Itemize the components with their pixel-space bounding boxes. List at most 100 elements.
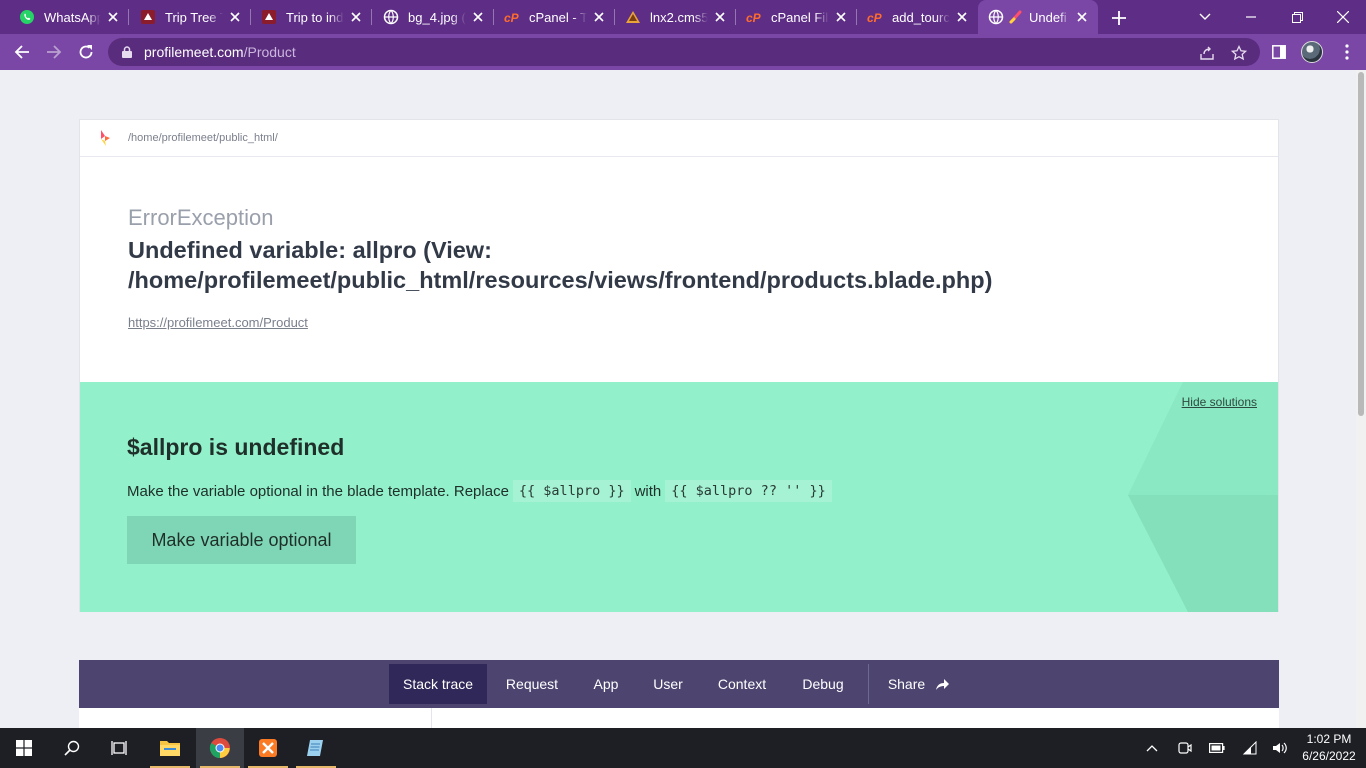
chevron-down-icon bbox=[1199, 13, 1211, 20]
browser-toolbar: profilemeet.com/Product bbox=[0, 34, 1366, 70]
ignition-icon bbox=[1008, 9, 1024, 25]
forward-button[interactable] bbox=[42, 40, 66, 64]
tab-debug[interactable]: Debug bbox=[791, 664, 855, 704]
start-button[interactable] bbox=[0, 728, 48, 768]
clock-date: 6/26/2022 bbox=[1302, 749, 1356, 763]
share-arrow-icon bbox=[936, 678, 950, 690]
trip-tree-icon bbox=[140, 9, 156, 25]
server-icon bbox=[625, 9, 641, 25]
battery-icon[interactable] bbox=[1207, 738, 1227, 758]
xampp-icon bbox=[259, 739, 277, 757]
kebab-menu-icon[interactable] bbox=[1337, 42, 1357, 62]
tab-title: add_tourca bbox=[892, 9, 950, 25]
close-icon[interactable] bbox=[833, 9, 849, 25]
make-variable-optional-button[interactable]: Make variable optional bbox=[127, 516, 356, 564]
chrome-icon bbox=[209, 738, 230, 759]
wifi-icon[interactable] bbox=[1240, 738, 1260, 758]
tab-search-button[interactable] bbox=[1182, 0, 1228, 34]
side-panel-icon[interactable] bbox=[1269, 42, 1289, 62]
exception-class: ErrorException bbox=[128, 205, 274, 230]
request-url-link[interactable]: https://profilemeet.com/Product bbox=[128, 315, 308, 330]
close-icon[interactable] bbox=[470, 9, 486, 25]
task-view-button[interactable] bbox=[96, 728, 144, 768]
solution-text: with bbox=[634, 482, 662, 500]
xampp-button[interactable] bbox=[244, 728, 292, 768]
share-icon[interactable] bbox=[1198, 44, 1216, 62]
solution-text: Make the variable optional in the blade … bbox=[127, 482, 509, 500]
tab-title: Trip to indi bbox=[286, 9, 344, 25]
tab-bg-image[interactable]: bg_4.jpg (1 bbox=[364, 0, 494, 34]
ignition-tab-bar: Stack trace Request App User Context Deb… bbox=[79, 660, 1279, 708]
folder-icon bbox=[160, 741, 180, 756]
plus-icon bbox=[1112, 11, 1126, 25]
file-explorer-button[interactable] bbox=[146, 728, 194, 768]
system-clock[interactable]: 1:02 PM 6/26/2022 bbox=[1296, 731, 1362, 765]
close-icon[interactable] bbox=[591, 9, 607, 25]
chevron-up-icon[interactable] bbox=[1142, 738, 1162, 758]
profile-avatar[interactable] bbox=[1301, 41, 1323, 63]
tab-title: cPanel File bbox=[771, 9, 829, 25]
tab-cpanel-file[interactable]: cP cPanel File bbox=[727, 0, 857, 34]
close-icon[interactable] bbox=[712, 9, 728, 25]
close-icon[interactable] bbox=[954, 9, 970, 25]
lock-icon bbox=[120, 45, 134, 59]
search-button[interactable] bbox=[48, 728, 96, 768]
meet-now-icon[interactable] bbox=[1175, 738, 1195, 758]
scrollbar-thumb[interactable] bbox=[1358, 72, 1364, 416]
bookmark-star-icon[interactable] bbox=[1230, 44, 1248, 62]
exception-message-line: /home/profilemeet/public_html/resources/… bbox=[128, 267, 993, 293]
restore-icon bbox=[1291, 11, 1303, 23]
window-close-button[interactable] bbox=[1320, 0, 1366, 34]
tab-cpanel[interactable]: cP cPanel - To bbox=[485, 0, 615, 34]
tab-share-label: Share bbox=[887, 676, 926, 692]
hide-solutions-link[interactable]: Hide solutions bbox=[1182, 395, 1257, 409]
tab-undefined-active[interactable]: Undefi bbox=[978, 0, 1098, 34]
cpanel-icon: cP bbox=[504, 9, 520, 25]
solution-decoration bbox=[1128, 382, 1278, 612]
notepad-button[interactable] bbox=[292, 728, 340, 768]
reload-icon bbox=[79, 45, 93, 59]
tab-trip-to-india[interactable]: Trip to indi bbox=[242, 0, 372, 34]
tab-title: Trip Tree To bbox=[165, 9, 223, 25]
restore-button[interactable] bbox=[1274, 0, 1320, 34]
address-bar[interactable]: profilemeet.com/Product bbox=[108, 38, 1260, 66]
chrome-button[interactable] bbox=[196, 728, 244, 768]
code-snippet: {{ $allpro }} bbox=[512, 480, 631, 502]
close-icon bbox=[1337, 11, 1349, 23]
globe-icon bbox=[383, 9, 399, 25]
tab-user[interactable]: User bbox=[643, 664, 693, 704]
minimize-button[interactable] bbox=[1228, 0, 1274, 34]
minimize-icon bbox=[1246, 16, 1256, 18]
close-icon[interactable] bbox=[105, 9, 121, 25]
browser-tab-strip: WhatsApp Trip Tree To Trip to indi bg_4.… bbox=[0, 0, 1366, 34]
close-icon[interactable] bbox=[227, 9, 243, 25]
volume-icon[interactable] bbox=[1270, 738, 1290, 758]
svg-text:cP: cP bbox=[504, 11, 520, 25]
arrow-right-icon bbox=[47, 45, 62, 59]
svg-text:cP: cP bbox=[867, 11, 883, 25]
back-button[interactable] bbox=[10, 40, 34, 64]
close-icon[interactable] bbox=[348, 9, 364, 25]
tab-stack-trace[interactable]: Stack trace bbox=[389, 664, 487, 704]
column-divider bbox=[431, 708, 432, 728]
new-tab-button[interactable] bbox=[1108, 7, 1130, 29]
reload-button[interactable] bbox=[74, 40, 98, 64]
search-icon bbox=[64, 740, 80, 756]
tab-context[interactable]: Context bbox=[705, 664, 779, 704]
solution-panel: Hide solutions $allpro is undefined Make… bbox=[80, 382, 1278, 612]
task-view-icon bbox=[111, 741, 127, 755]
tab-app[interactable]: App bbox=[579, 664, 633, 704]
trip-tree-icon bbox=[261, 9, 277, 25]
tab-trip-tree[interactable]: Trip Tree To bbox=[121, 0, 251, 34]
tab-whatsapp[interactable]: WhatsApp bbox=[0, 0, 129, 34]
ignition-logo bbox=[98, 128, 112, 148]
tab-title: bg_4.jpg (1 bbox=[408, 9, 466, 25]
tab-request[interactable]: Request bbox=[497, 664, 567, 704]
root-path: /home/profilemeet/public_html/ bbox=[128, 132, 278, 144]
close-icon[interactable] bbox=[1074, 9, 1090, 25]
notepad-icon bbox=[307, 740, 323, 756]
tab-lnx2[interactable]: lnx2.cms50 bbox=[606, 0, 736, 34]
clock-time: 1:02 PM bbox=[1306, 732, 1352, 746]
tab-share[interactable]: Share bbox=[879, 664, 959, 704]
tab-add-tourcat[interactable]: cP add_tourca bbox=[848, 0, 978, 34]
